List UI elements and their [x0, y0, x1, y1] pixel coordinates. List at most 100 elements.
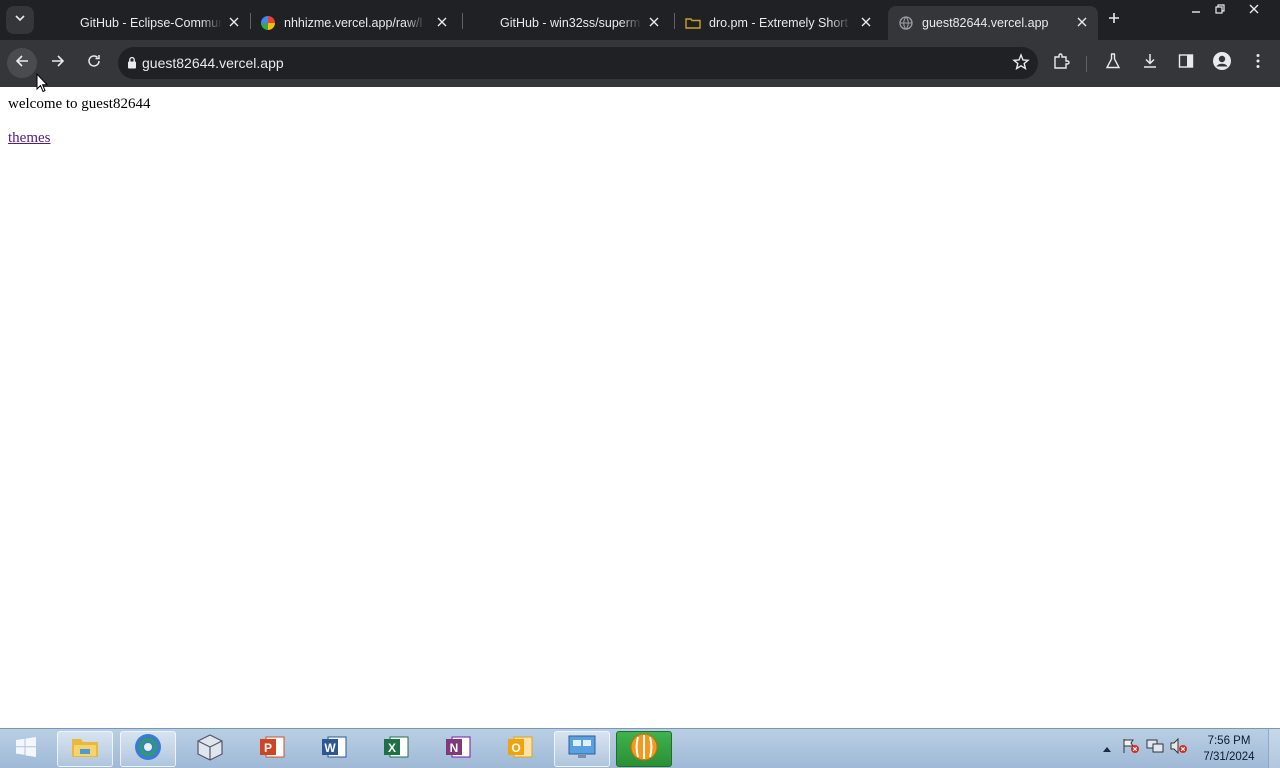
tab-title: GitHub - win32ss/superm — [500, 16, 641, 30]
svg-text:O: O — [511, 741, 520, 755]
reload-button[interactable] — [79, 48, 109, 78]
github-icon — [56, 15, 72, 31]
themes-link[interactable]: themes — [8, 130, 51, 147]
svg-text:X: X — [388, 741, 396, 755]
chevron-up-icon — [1103, 739, 1111, 757]
lock-icon — [127, 56, 137, 74]
start-button[interactable] — [10, 735, 42, 763]
onenote-icon: N — [444, 733, 472, 766]
puzzle-icon — [1052, 52, 1070, 75]
plus-icon — [1108, 11, 1120, 29]
windows-logo-icon — [15, 736, 37, 763]
system-clock[interactable]: 7:56 PM 7/31/2024 — [1196, 733, 1262, 765]
taskbar-powerpoint[interactable]: P — [244, 731, 300, 767]
tab-github-win32ss[interactable]: GitHub - win32ss/superm — [466, 6, 670, 40]
tab-title: guest82644.vercel.app — [922, 16, 1049, 30]
web-page: welcome to guest82644 themes — [0, 87, 1280, 728]
globe-icon — [898, 15, 914, 31]
browser-globe-icon — [133, 732, 163, 767]
github-icon — [476, 15, 492, 31]
chevron-down-icon — [14, 11, 26, 29]
tray-network[interactable] — [1146, 739, 1164, 757]
address-bar[interactable]: guest82644.vercel.app — [118, 47, 1038, 79]
minimize-icon — [1191, 1, 1201, 19]
taskbar-excel[interactable]: X — [368, 731, 424, 767]
cube-icon — [196, 733, 224, 766]
flag-error-icon — [1122, 738, 1140, 759]
folder-icon — [685, 15, 701, 31]
back-button[interactable] — [7, 48, 37, 78]
taskbar-word[interactable]: W — [306, 731, 362, 767]
tab-search-button[interactable] — [6, 6, 34, 34]
labs-button[interactable] — [1102, 52, 1124, 74]
browser-toolbar: guest82644.vercel.app — [0, 40, 1280, 87]
tray-action-center[interactable] — [1122, 738, 1140, 759]
monitor-icon — [567, 733, 597, 766]
address-text: guest82644.vercel.app — [142, 55, 284, 71]
welcome-text: welcome to guest82644 — [8, 96, 151, 112]
arrow-right-icon — [51, 54, 65, 73]
svg-text:N: N — [450, 741, 459, 755]
media-player-icon — [629, 732, 659, 767]
taskbar-onenote[interactable]: N — [430, 731, 486, 767]
taskbar-media-player[interactable] — [616, 731, 672, 767]
flask-icon — [1105, 52, 1121, 74]
reload-icon — [87, 54, 101, 73]
taskbar-chrome[interactable] — [120, 731, 176, 767]
restore-button[interactable] — [1206, 0, 1234, 20]
tab-title: nhhizme.vercel.app/raw/l — [284, 16, 423, 30]
excel-icon: X — [382, 733, 410, 766]
tab-github-eclipse[interactable]: GitHub - Eclipse-Commun — [46, 6, 250, 40]
downloads-button[interactable] — [1139, 52, 1161, 74]
show-hidden-icons-button[interactable] — [1098, 739, 1116, 757]
close-icon[interactable] — [1074, 14, 1090, 30]
taskbar-file-explorer[interactable] — [57, 731, 113, 767]
colorful-pinwheel-icon — [260, 15, 276, 31]
close-icon — [1249, 1, 1259, 19]
arrow-left-icon — [15, 54, 29, 73]
tab-divider — [250, 13, 251, 29]
tab-nhhizme[interactable]: nhhizme.vercel.app/raw/l — [252, 6, 458, 40]
close-icon[interactable] — [858, 14, 874, 30]
show-desktop-button[interactable] — [1268, 729, 1280, 768]
side-panel-icon — [1178, 53, 1194, 74]
speaker-muted-icon — [1170, 737, 1188, 759]
new-tab-button[interactable] — [1100, 6, 1128, 34]
menu-button[interactable] — [1247, 52, 1269, 74]
kebab-menu-icon — [1256, 53, 1260, 74]
windows-taskbar: P W X N O 7:56 PM 7/31/2024 — [0, 728, 1280, 768]
tray-volume[interactable] — [1170, 737, 1188, 759]
taskbar-remote-desktop[interactable] — [554, 731, 610, 767]
mouse-cursor-icon — [36, 72, 49, 98]
toolbar-divider — [1086, 56, 1087, 72]
download-icon — [1142, 53, 1158, 74]
tab-title: dro.pm - Extremely Short — [709, 16, 848, 30]
word-icon: W — [320, 733, 348, 766]
close-icon[interactable] — [226, 14, 242, 30]
profile-button[interactable] — [1211, 51, 1233, 76]
extensions-button[interactable] — [1050, 52, 1072, 74]
powerpoint-icon: P — [258, 733, 286, 766]
tab-divider — [462, 13, 463, 29]
svg-text:W: W — [324, 741, 336, 755]
taskbar-virtualbox[interactable] — [182, 731, 238, 767]
tab-dro-pm[interactable]: dro.pm - Extremely Short — [676, 6, 882, 40]
close-icon[interactable] — [646, 14, 662, 30]
clock-time: 7:56 PM — [1207, 735, 1251, 747]
taskbar-outlook[interactable]: O — [492, 731, 548, 767]
network-icon — [1146, 738, 1164, 759]
browser-chrome: GitHub - Eclipse-Commun nhhizme.vercel.a… — [0, 0, 1280, 87]
side-panel-button[interactable] — [1175, 52, 1197, 74]
folder-icon — [71, 735, 99, 764]
outlook-icon: O — [506, 733, 534, 766]
tab-divider — [674, 13, 675, 29]
tab-guest82644[interactable]: guest82644.vercel.app — [888, 6, 1098, 40]
close-icon[interactable] — [434, 14, 450, 30]
tab-title: GitHub - Eclipse-Commun — [80, 16, 222, 30]
bookmark-star-icon[interactable] — [1012, 53, 1030, 76]
clock-date: 7/31/2024 — [1203, 751, 1255, 763]
avatar-icon — [1212, 51, 1232, 76]
svg-text:P: P — [264, 741, 272, 755]
window-close-button[interactable] — [1240, 0, 1268, 20]
restore-icon — [1215, 1, 1225, 19]
